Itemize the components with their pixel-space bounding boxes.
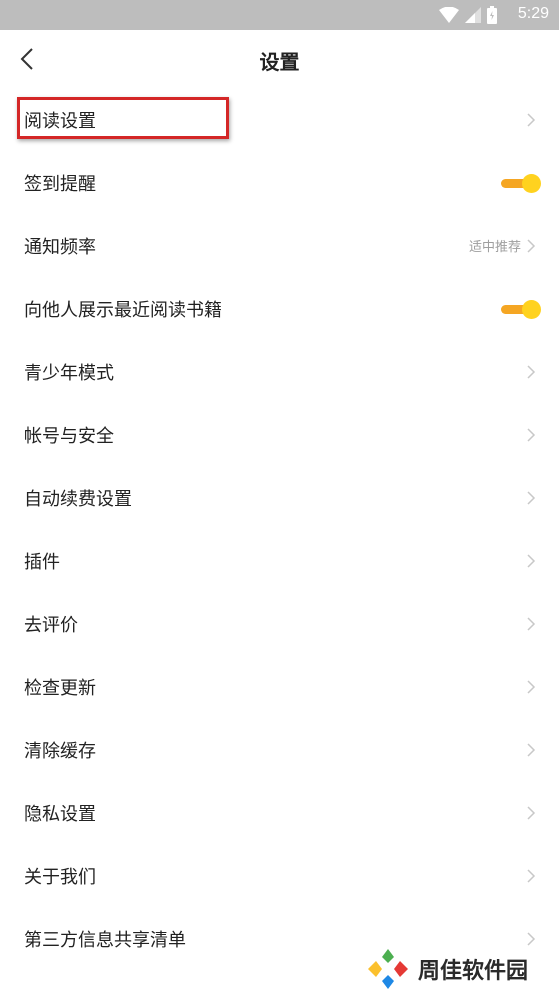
settings-row-7[interactable]: 插件 [0, 529, 559, 592]
settings-row-label: 第三方信息共享清单 [24, 929, 186, 951]
settings-row-3[interactable]: 向他人展示最近阅读书籍 [0, 277, 559, 340]
chevron-right-icon [527, 931, 536, 946]
status-time: 5:29 [517, 5, 549, 22]
chevron-right-icon [527, 868, 536, 883]
settings-row-label: 去评价 [24, 614, 78, 636]
watermark-logo-icon [368, 949, 408, 989]
settings-row-5[interactable]: 帐号与安全 [0, 403, 559, 466]
header-bar: 设置 [0, 30, 559, 88]
settings-row-label: 清除缓存 [24, 740, 96, 762]
settings-list: 阅读设置 签到提醒 通知频率 适中推荐 向他人展示最近阅读书籍 青少年模式 帐号与安全 自动续… [0, 88, 559, 970]
settings-row-10[interactable]: 清除缓存 [0, 718, 559, 781]
watermark: 周佳软件园 [366, 947, 528, 991]
toggle-knob [522, 299, 541, 319]
settings-row-value: 适中推荐 [468, 240, 521, 255]
settings-row-label: 检查更新 [24, 677, 96, 699]
settings-row-label: 青少年模式 [24, 362, 114, 384]
battery-icon [487, 6, 497, 24]
status-icons [439, 6, 497, 24]
chevron-right-icon [527, 238, 536, 253]
settings-row-6[interactable]: 自动续费设置 [0, 466, 559, 529]
chevron-right-icon [527, 553, 536, 568]
settings-row-label: 关于我们 [24, 866, 96, 888]
chevron-right-icon [527, 679, 536, 694]
settings-row-label: 帐号与安全 [24, 425, 114, 447]
watermark-text: 周佳软件园 [418, 959, 529, 984]
settings-row-2[interactable]: 通知频率 适中推荐 [0, 214, 559, 277]
chevron-right-icon [527, 805, 536, 820]
settings-row-label: 通知频率 [24, 236, 96, 258]
settings-row-8[interactable]: 去评价 [0, 592, 559, 655]
toggle-switch[interactable] [501, 299, 541, 319]
chevron-right-icon [527, 490, 536, 505]
settings-row-label: 签到提醒 [24, 173, 96, 195]
chevron-right-icon [527, 364, 536, 379]
settings-row-11[interactable]: 隐私设置 [0, 781, 559, 844]
signal-icon [465, 7, 481, 23]
settings-row-9[interactable]: 检查更新 [0, 655, 559, 718]
chevron-right-icon [527, 616, 536, 631]
status-bar: 5:29 [0, 0, 559, 30]
settings-row-label: 隐私设置 [24, 803, 96, 825]
settings-row-label: 插件 [24, 551, 60, 573]
page-title: 设置 [259, 50, 300, 74]
chevron-right-icon [527, 112, 536, 127]
toggle-switch[interactable] [501, 173, 541, 193]
wifi-icon [439, 7, 459, 23]
settings-row-12[interactable]: 关于我们 [0, 844, 559, 907]
settings-row-4[interactable]: 青少年模式 [0, 340, 559, 403]
settings-row-label: 自动续费设置 [24, 488, 132, 510]
chevron-right-icon [527, 427, 536, 442]
settings-row-1[interactable]: 签到提醒 [0, 151, 559, 214]
toggle-knob [522, 173, 541, 193]
settings-row-label: 向他人展示最近阅读书籍 [24, 299, 222, 321]
chevron-right-icon [527, 742, 536, 757]
highlight-box [17, 97, 229, 139]
